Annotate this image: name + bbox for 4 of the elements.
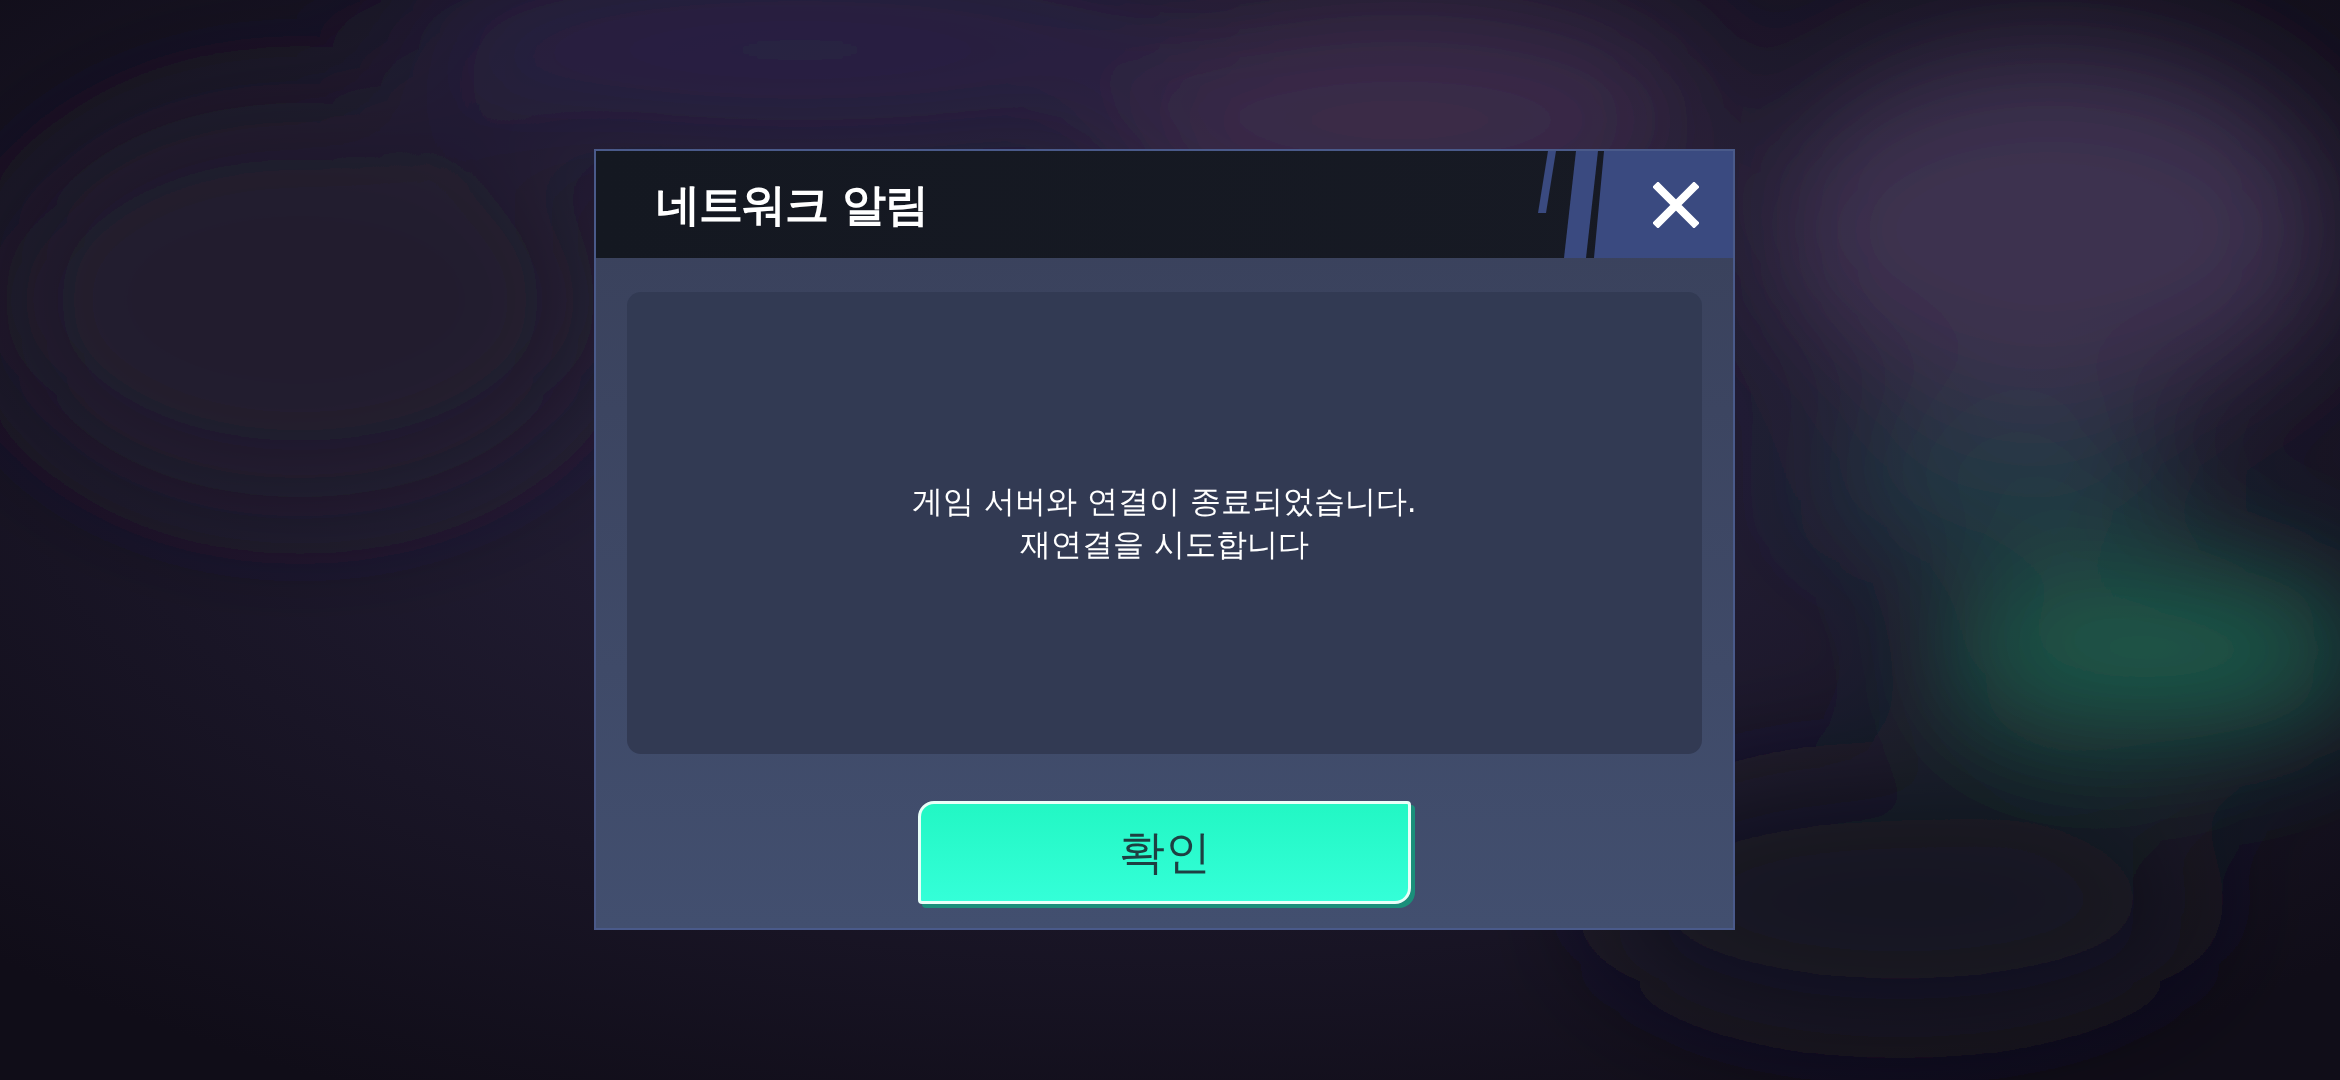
dialog-title: 네트워크 알림 <box>655 177 929 232</box>
close-icon <box>1652 181 1699 228</box>
message-text: 재연결을 시도합니다 <box>1020 525 1309 564</box>
message-text: 게임 서버와 연결이 종료되었습니다. <box>912 481 1417 521</box>
